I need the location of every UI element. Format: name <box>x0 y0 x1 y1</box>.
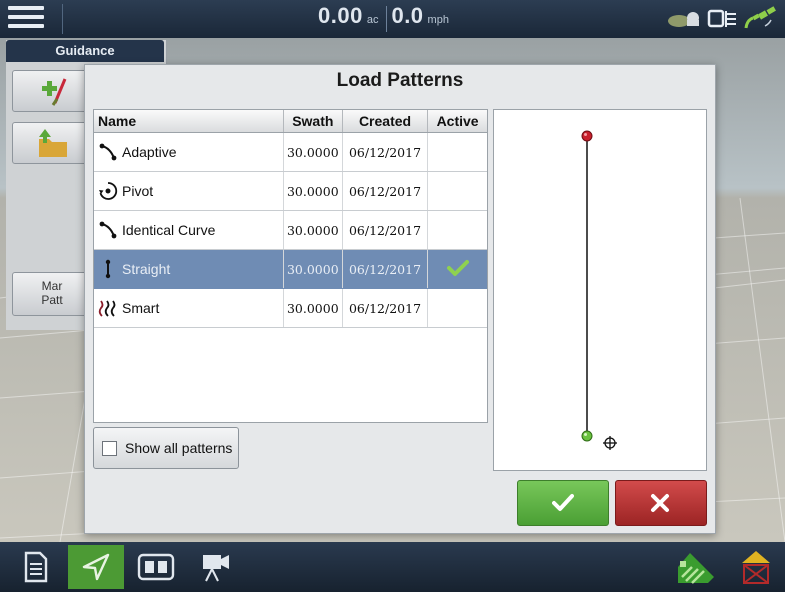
smart-pattern-icon <box>98 300 116 317</box>
pattern-name: Straight <box>122 261 171 277</box>
coverage-toggle-button[interactable] <box>728 545 784 589</box>
area-value: 0.00 <box>318 3 363 28</box>
identical-curve-pattern-icon <box>99 221 117 239</box>
video-camera-icon <box>203 555 229 582</box>
display-status-icon[interactable] <box>707 8 737 30</box>
camera-tab[interactable] <box>188 545 244 589</box>
position-crosshair-icon <box>603 436 617 450</box>
cell-active <box>427 210 487 250</box>
manage-label-line1: Mar <box>41 279 63 293</box>
table-header-row: Name Swath Created Active <box>94 110 487 133</box>
show-all-checkbox[interactable] <box>102 440 117 456</box>
pattern-preview <box>493 109 707 471</box>
readout-divider <box>386 6 388 32</box>
cell-swath: 30.0000 <box>283 249 343 289</box>
cell-swath: 30.0000 <box>283 210 343 250</box>
area-speed-readout: 0.00 ac 0.0 mph <box>318 3 455 35</box>
new-pattern-button[interactable] <box>12 70 94 112</box>
status-icons <box>667 6 777 32</box>
point-a-marker <box>581 130 593 142</box>
menu-icon[interactable] <box>8 6 44 32</box>
map-tab[interactable] <box>128 545 184 589</box>
gps-satellite-icon[interactable] <box>743 6 777 32</box>
table-row[interactable]: Adaptive 30.0000 06/12/2017 <box>94 132 487 172</box>
seeder-status-icon[interactable] <box>667 8 701 30</box>
new-pattern-icon <box>42 78 67 106</box>
cell-name: Smart <box>94 288 284 328</box>
cell-created: 06/12/2017 <box>342 171 429 211</box>
load-pattern-button[interactable] <box>12 122 94 164</box>
manage-label-line2: Patt <box>41 293 63 307</box>
document-icon <box>24 551 48 583</box>
straight-pattern-icon <box>105 259 111 279</box>
planter-rows-icon <box>678 553 714 584</box>
load-folder-icon <box>39 129 67 157</box>
cell-created: 06/12/2017 <box>342 288 429 328</box>
split-view-icon <box>137 553 175 581</box>
table-row[interactable]: Pivot 30.0000 06/12/2017 <box>94 171 487 211</box>
pattern-name: Identical Curve <box>122 222 216 238</box>
show-all-patterns-toggle[interactable]: Show all patterns <box>93 427 239 469</box>
cell-swath: 30.0000 <box>283 288 343 328</box>
pattern-name: Adaptive <box>122 144 177 160</box>
cell-active <box>427 171 487 211</box>
guidance-tab[interactable] <box>68 545 124 589</box>
column-header-swath[interactable]: Swath <box>283 110 343 133</box>
cell-active <box>427 132 487 172</box>
cell-swath: 30.0000 <box>283 132 343 172</box>
cell-name: Straight <box>94 249 284 289</box>
pattern-name: Smart <box>122 300 160 316</box>
top-bar: 0.00 ac 0.0 mph <box>0 0 785 39</box>
cell-name: Adaptive <box>94 132 284 172</box>
table-row[interactable]: Smart 30.0000 06/12/2017 <box>94 288 487 328</box>
cell-active <box>427 249 487 289</box>
column-header-created[interactable]: Created <box>342 110 429 133</box>
point-b-marker <box>581 430 593 442</box>
adaptive-pattern-icon <box>99 143 117 161</box>
active-checkmark-icon <box>446 259 469 276</box>
tab-guidance[interactable]: Guidance <box>6 40 164 62</box>
ok-button[interactable] <box>517 480 609 526</box>
pattern-name: Pivot <box>122 183 154 199</box>
manage-patterns-button[interactable]: Mar Patt <box>12 272 92 316</box>
divider <box>62 4 63 34</box>
speed-unit: mph <box>427 14 449 26</box>
column-header-active[interactable]: Active <box>427 110 487 133</box>
load-patterns-dialog: Load Patterns Name Swath Created Active <box>84 64 716 534</box>
show-all-label: Show all patterns <box>125 440 233 456</box>
cell-active <box>427 288 487 328</box>
cell-name: Pivot <box>94 171 284 211</box>
coverage-off-icon <box>742 551 770 584</box>
patterns-table: Name Swath Created Active Adaptive 30.00… <box>93 109 488 423</box>
speed-value: 0.0 <box>391 3 424 28</box>
pivot-pattern-icon <box>99 182 118 200</box>
close-icon <box>651 494 669 512</box>
document-tab[interactable] <box>8 545 64 589</box>
column-header-name[interactable]: Name <box>94 110 284 133</box>
area-unit: ac <box>366 14 379 26</box>
table-row-selected[interactable]: Straight 30.0000 06/12/2017 <box>94 249 487 289</box>
navigation-arrow-icon <box>82 553 110 581</box>
cell-created: 06/12/2017 <box>342 132 429 172</box>
pattern-preview-drawing <box>581 130 617 450</box>
dialog-title: Load Patterns <box>336 70 464 91</box>
product-rate-button[interactable] <box>668 545 724 589</box>
cell-created: 06/12/2017 <box>342 249 429 289</box>
cell-swath: 30.0000 <box>283 171 343 211</box>
cell-name: Identical Curve <box>94 210 284 250</box>
cell-created: 06/12/2017 <box>342 210 429 250</box>
table-row[interactable]: Identical Curve 30.0000 06/12/2017 <box>94 210 487 250</box>
bottom-bar <box>0 542 785 592</box>
checkmark-icon <box>552 494 574 511</box>
cancel-button[interactable] <box>615 480 707 526</box>
